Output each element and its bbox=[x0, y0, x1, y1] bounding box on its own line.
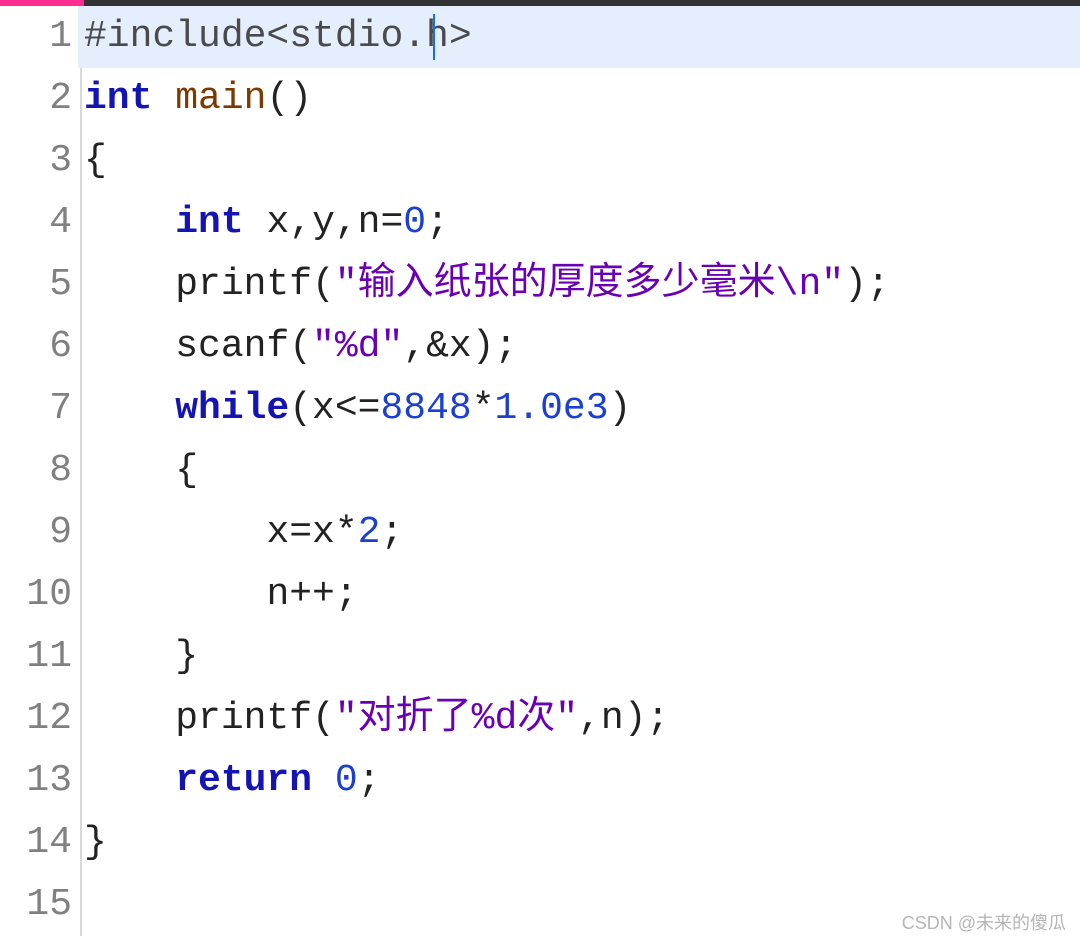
code-line[interactable]: } bbox=[78, 626, 1080, 688]
line-number: 1 bbox=[0, 6, 72, 68]
code-line[interactable]: while(x<=8848*1.0e3) bbox=[78, 378, 1080, 440]
code-line[interactable]: scanf("%d",&x); bbox=[78, 316, 1080, 378]
preprocessor-token: #include<stdio.h> bbox=[84, 15, 472, 58]
code-line[interactable]: return 0; bbox=[78, 750, 1080, 812]
line-number: 7 bbox=[0, 378, 72, 440]
line-number-gutter: 1 2 3 4 5 6 7 8 9 10 11 12 13 14 15 bbox=[0, 6, 78, 936]
code-area[interactable]: #include<stdio.h> int main() { int x,y,n… bbox=[78, 6, 1080, 936]
code-line[interactable]: { bbox=[78, 440, 1080, 502]
line-number: 2 bbox=[0, 68, 72, 130]
code-line[interactable]: int main() bbox=[78, 68, 1080, 130]
text-caret bbox=[433, 14, 435, 60]
code-line[interactable]: } bbox=[78, 812, 1080, 874]
line-number: 12 bbox=[0, 688, 72, 750]
line-number: 14 bbox=[0, 812, 72, 874]
watermark: CSDN @未来的傻瓜 bbox=[902, 909, 1066, 935]
code-line[interactable]: printf("输入纸张的厚度多少毫米\n"); bbox=[78, 254, 1080, 316]
line-number: 11 bbox=[0, 626, 72, 688]
code-line[interactable]: printf("对折了%d次",n); bbox=[78, 688, 1080, 750]
code-line[interactable]: x=x*2; bbox=[78, 502, 1080, 564]
line-number: 3 bbox=[0, 130, 72, 192]
line-number: 5 bbox=[0, 254, 72, 316]
line-number: 4 bbox=[0, 192, 72, 254]
line-number: 10 bbox=[0, 564, 72, 626]
code-line[interactable]: int x,y,n=0; bbox=[78, 192, 1080, 254]
active-tab-indicator bbox=[0, 0, 84, 6]
code-line[interactable]: n++; bbox=[78, 564, 1080, 626]
code-line[interactable]: #include<stdio.h> bbox=[78, 6, 1080, 68]
line-number: 13 bbox=[0, 750, 72, 812]
line-number: 8 bbox=[0, 440, 72, 502]
code-line[interactable]: { bbox=[78, 130, 1080, 192]
line-number: 6 bbox=[0, 316, 72, 378]
line-number: 9 bbox=[0, 502, 72, 564]
code-editor[interactable]: 1 2 3 4 5 6 7 8 9 10 11 12 13 14 15 #inc… bbox=[0, 6, 1080, 936]
line-number: 15 bbox=[0, 874, 72, 936]
